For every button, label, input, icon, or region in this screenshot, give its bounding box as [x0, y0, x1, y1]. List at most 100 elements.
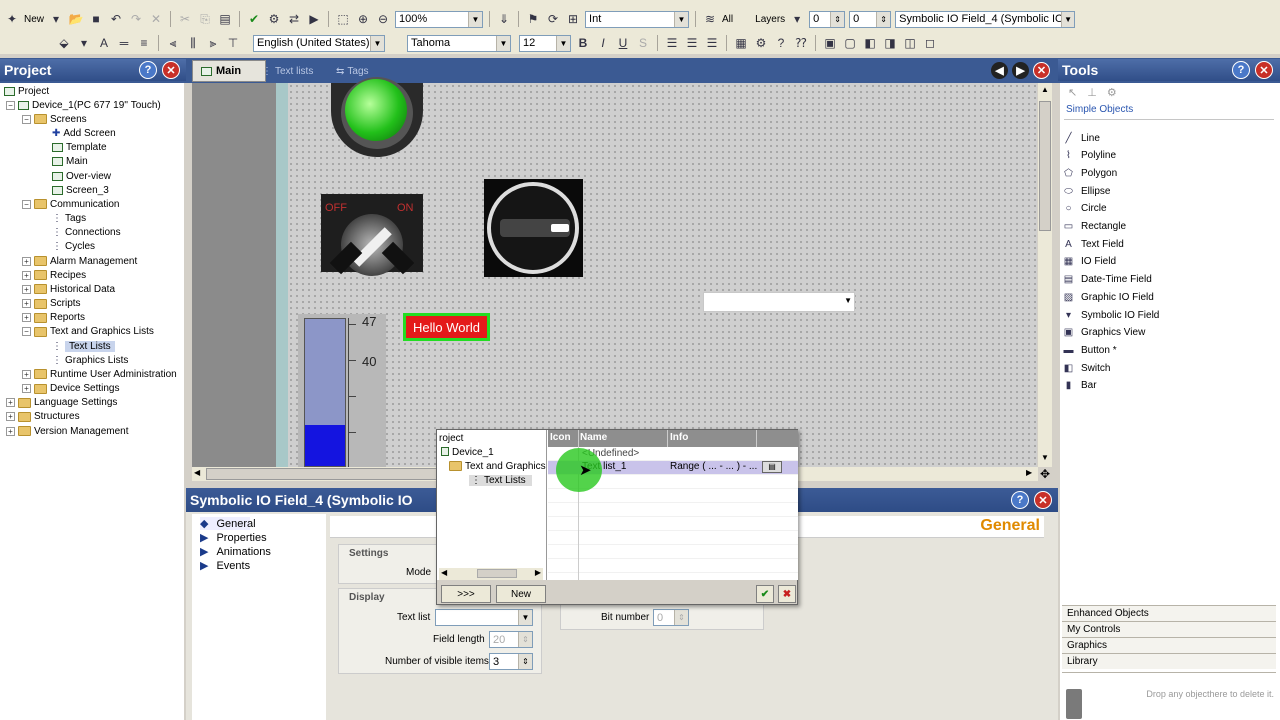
align-top-icon[interactable]: ⊤ [225, 35, 241, 51]
tool-item[interactable]: ⌇ Polyline [1062, 148, 1116, 164]
bring-front-icon[interactable]: ◧ [862, 35, 878, 51]
expand-icon[interactable]: + [22, 369, 31, 379]
refresh-icon[interactable]: ⟳ [545, 11, 561, 27]
collapse-icon[interactable]: − [6, 100, 15, 110]
tool-item[interactable]: ▨ Graphic IO Field [1062, 289, 1154, 305]
fill-color-icon[interactable]: ⬙ [56, 35, 72, 51]
tool-item[interactable]: ▤ Date-Time Field [1062, 272, 1152, 288]
key-switch[interactable]: OFF ON [321, 194, 423, 290]
expand-button[interactable]: >>> [441, 585, 491, 603]
nav-animations[interactable]: ▶ Animations [200, 545, 271, 559]
confirm-icon[interactable]: ✔ [756, 585, 774, 603]
settings-icon[interactable]: ⚙ [753, 35, 769, 51]
help-icon[interactable]: ? [1232, 61, 1250, 79]
zoom-out-icon[interactable]: ⊖ [375, 11, 391, 27]
tree-item[interactable]: + Reports [22, 311, 85, 325]
expand-icon[interactable]: + [6, 426, 15, 436]
close-icon[interactable]: ✕ [1255, 61, 1273, 79]
line-style-icon[interactable]: ═ [116, 35, 132, 51]
transfer-icon[interactable]: ⇄ [286, 11, 302, 27]
save-icon[interactable]: ■ [88, 11, 104, 27]
prev-tab-icon[interactable]: ◀ [991, 62, 1008, 79]
grid-icon[interactable]: ▦ [733, 35, 749, 51]
dropdown-icon[interactable]: ▾ [76, 35, 92, 51]
open-icon[interactable]: 📂 [68, 11, 84, 27]
zoom-area-icon[interactable]: ⬚ [335, 11, 351, 27]
rotary-switch[interactable] [484, 179, 583, 277]
graphics-section[interactable]: Graphics [1062, 637, 1276, 653]
filter-icon[interactable]: ⊞ [565, 11, 581, 27]
text-list-select[interactable]: ▼ [435, 609, 533, 626]
layers-icon[interactable]: ≋ [702, 11, 718, 27]
sort-icon[interactable]: ⊥ [1087, 86, 1097, 99]
canvas-vscroll[interactable]: ▲ ▼ [1038, 83, 1052, 467]
tree-item[interactable]: − Device_1(PC 677 19'' Touch) [6, 98, 161, 112]
context-help-icon[interactable]: ⁇ [793, 35, 809, 51]
tool-item[interactable]: ⬠ Polygon [1062, 165, 1117, 181]
tree-item[interactable]: Main [52, 155, 88, 169]
expand-icon[interactable]: + [6, 412, 15, 422]
close-icon[interactable]: ✕ [1034, 491, 1052, 509]
help-icon[interactable]: ? [1011, 491, 1029, 509]
tree-item[interactable]: + Version Management [6, 424, 129, 438]
expand-icon[interactable]: + [22, 256, 31, 266]
tree-item[interactable]: ✚ Add Screen [52, 127, 116, 141]
resize-icon[interactable]: ◻ [922, 35, 938, 51]
bold-button[interactable]: B [575, 35, 591, 51]
new-list-button[interactable]: New [496, 585, 546, 603]
symbolic-io-field[interactable]: ▼ [703, 292, 855, 312]
pointer-icon[interactable]: ↖ [1068, 86, 1077, 99]
bit-number-input[interactable]: 0 ⇕ [653, 609, 689, 626]
hello-world-field[interactable]: Hello World [403, 313, 490, 341]
send-back-icon[interactable]: ◨ [882, 35, 898, 51]
close-icon[interactable]: ✕ [162, 61, 180, 79]
picker-tree-text-graphics[interactable]: Text and Graphics [449, 461, 546, 472]
dropdown-icon[interactable]: ▾ [48, 11, 64, 27]
font-color-icon[interactable]: A [96, 35, 112, 51]
font-select[interactable]: Tahoma ▼ [407, 34, 511, 52]
check-icon[interactable]: ✔ [246, 11, 262, 27]
simulate-icon[interactable]: ▶ [306, 11, 322, 27]
bar-graph[interactable]: 47 40 [298, 314, 386, 467]
picker-tree-project[interactable]: roject [439, 433, 463, 444]
compile-icon[interactable]: ⚙ [266, 11, 282, 27]
layer-from-input[interactable]: 0 ⇕ [809, 10, 846, 28]
expand-icon[interactable]: + [22, 313, 31, 323]
line-width-icon[interactable]: ≡ [136, 35, 152, 51]
delete-icon[interactable]: ✕ [148, 11, 164, 27]
text-align-right-icon[interactable]: ☰ [704, 35, 720, 51]
tree-item[interactable]: ⋮ Cycles [52, 240, 95, 254]
data-type-select[interactable]: Int ▼ [585, 10, 690, 28]
align-center-icon[interactable]: ⫼ [185, 35, 201, 51]
layer-to-input[interactable]: 0 ⇕ [849, 10, 892, 28]
expand-icon[interactable]: + [22, 299, 31, 309]
paste-icon[interactable]: ▤ [217, 11, 233, 27]
picker-tree-hscroll[interactable]: ◀ ▶ [439, 568, 543, 580]
tree-item[interactable]: Screen_3 [52, 183, 109, 197]
picker-tree-text-lists[interactable]: ⋮ Text Lists [469, 475, 532, 486]
tree-item[interactable]: + Device Settings [22, 382, 119, 396]
expand-icon[interactable]: + [22, 384, 31, 394]
tree-item[interactable]: + Recipes [22, 268, 86, 282]
tree-item[interactable]: + Alarm Management [22, 254, 137, 268]
all-label[interactable]: All [722, 14, 733, 25]
tree-item[interactable]: − Communication [22, 197, 119, 211]
tool-item[interactable]: ○ Circle [1062, 201, 1106, 217]
my-controls-section[interactable]: My Controls [1062, 621, 1276, 637]
distribute-icon[interactable]: ◫ [902, 35, 918, 51]
collapse-icon[interactable]: − [22, 327, 31, 337]
tool-item[interactable]: ◧ Switch [1062, 360, 1111, 376]
tree-item[interactable]: ⋮ Graphics Lists [52, 353, 128, 367]
tab-main[interactable]: Main [192, 60, 266, 82]
redo-icon[interactable]: ↷ [128, 11, 144, 27]
ungroup-icon[interactable]: ▢ [842, 35, 858, 51]
pan-icon[interactable]: ✥ [1038, 467, 1052, 481]
tree-item[interactable]: ⋮ Tags [52, 212, 86, 226]
zoom-select[interactable]: 100% ▼ [395, 10, 484, 28]
options-icon[interactable]: ⚙ [1107, 86, 1117, 99]
tree-item[interactable]: + Structures [6, 410, 80, 424]
expand-icon[interactable]: + [22, 284, 31, 294]
tree-item[interactable]: + Language Settings [6, 396, 117, 410]
picker-tree-device[interactable]: Device_1 [441, 447, 494, 458]
strikethrough-icon[interactable]: S [635, 35, 651, 51]
